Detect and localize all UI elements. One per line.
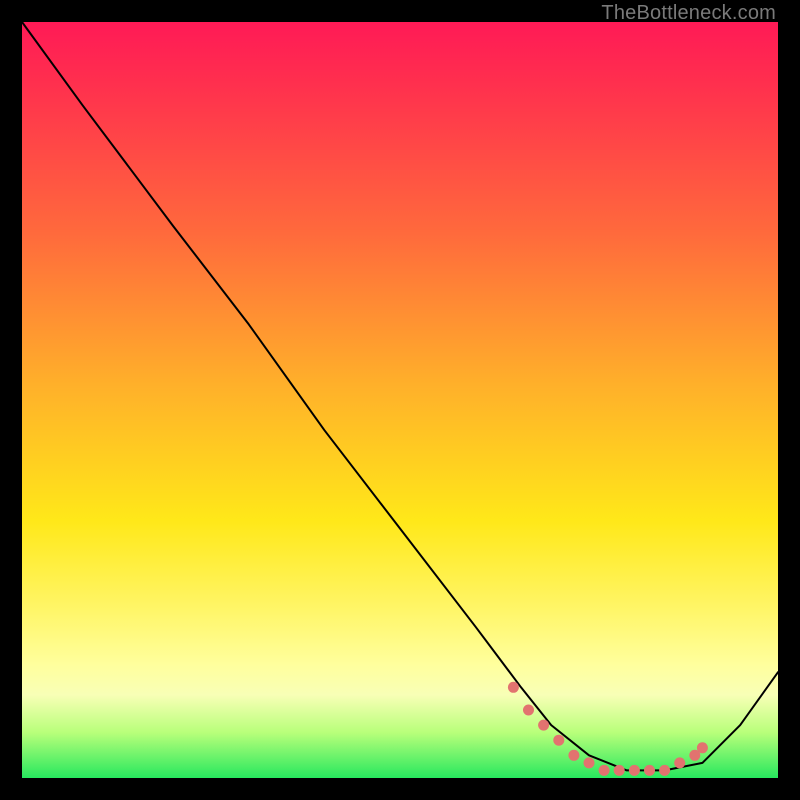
marker-dot <box>599 765 610 776</box>
marker-dot <box>538 720 549 731</box>
marker-dot <box>614 765 625 776</box>
chart-svg <box>22 22 778 778</box>
marker-dot <box>629 765 640 776</box>
plot-area <box>22 22 778 778</box>
marker-dot <box>568 750 579 761</box>
marker-dot <box>674 757 685 768</box>
curve-line <box>22 22 778 770</box>
marker-dot <box>644 765 655 776</box>
marker-dot <box>508 682 519 693</box>
marker-dot <box>584 757 595 768</box>
marker-dot <box>659 765 670 776</box>
chart-stage: TheBottleneck.com <box>0 0 800 800</box>
marker-dot <box>523 705 534 716</box>
marker-dot <box>697 742 708 753</box>
marker-dot <box>553 735 564 746</box>
